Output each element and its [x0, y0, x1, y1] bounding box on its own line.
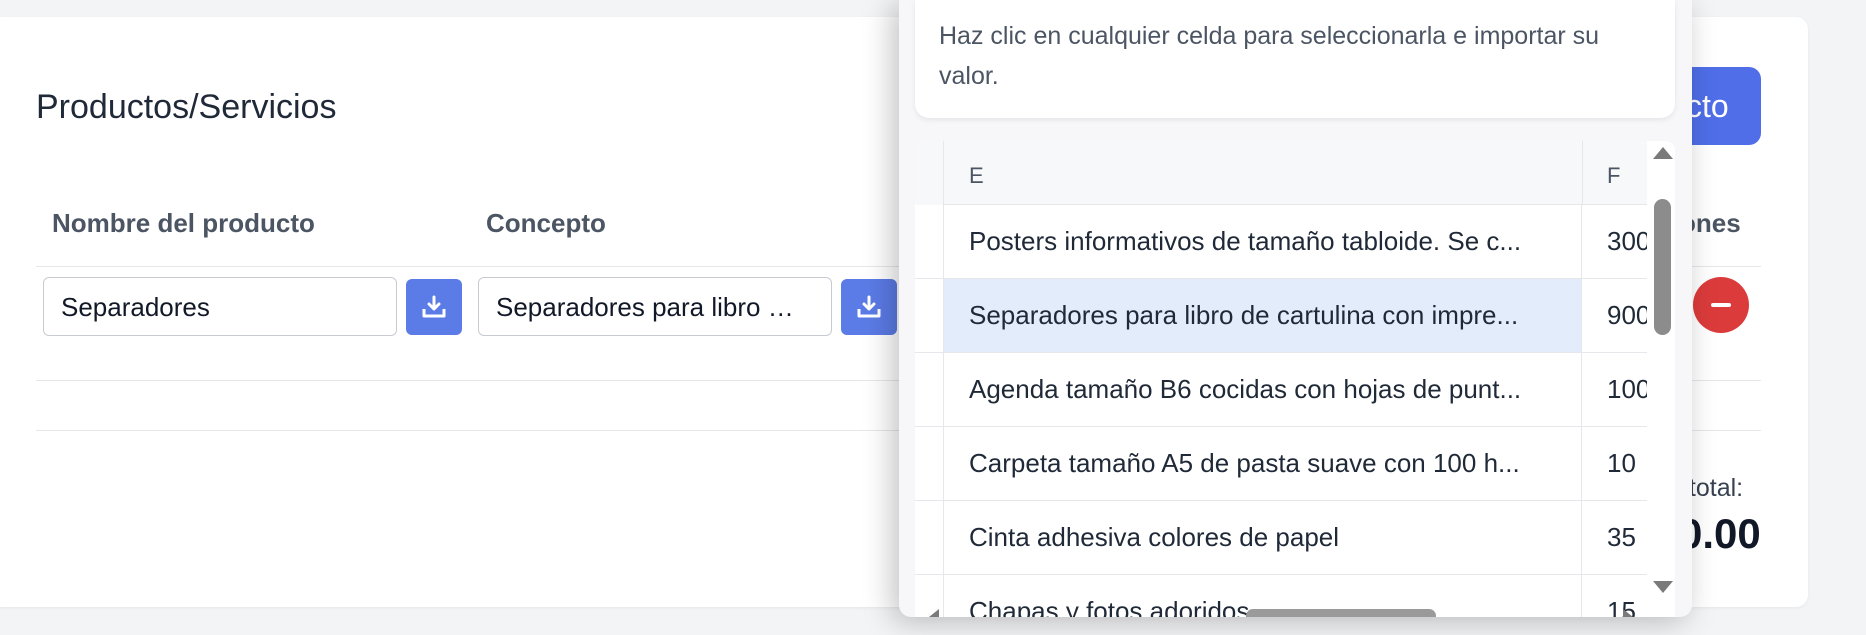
corner-cell: [915, 141, 944, 205]
grid-cell-f[interactable]: 100: [1582, 353, 1647, 426]
minus-icon: [1711, 303, 1731, 307]
column-header-f: F: [1607, 163, 1621, 188]
vertical-scroll-thumb[interactable]: [1654, 199, 1671, 335]
column-separator: [1582, 141, 1583, 205]
section-title: Productos/Servicios: [36, 88, 337, 126]
column-header-concept: Concepto: [486, 208, 606, 238]
grid-header: E F: [915, 141, 1647, 205]
import-name-button[interactable]: [406, 279, 462, 335]
grid-cell-f[interactable]: 35: [1582, 501, 1647, 574]
grid-cell-e[interactable]: Carpeta tamaño A5 de pasta suave con 100…: [944, 427, 1582, 500]
vertical-scrollbar[interactable]: [1650, 141, 1675, 617]
scroll-down-arrow-icon[interactable]: [1653, 581, 1673, 593]
grid-cell-f[interactable]: 300: [1582, 205, 1647, 278]
horizontal-scroll-thumb[interactable]: [1246, 609, 1436, 617]
column-header-e: E: [969, 163, 984, 188]
grid-row-selected: Separadores para libro de cartulina con …: [915, 279, 1647, 353]
grid-cell-e[interactable]: Cinta adhesiva colores de papel: [944, 501, 1582, 574]
download-tray-icon: [422, 295, 446, 318]
spreadsheet-grid: E F Posters informativos de tamaño tablo…: [915, 141, 1675, 617]
grid-cell-e[interactable]: Posters informativos de tamaño tabloide.…: [944, 205, 1582, 278]
grid-cell-f[interactable]: 15: [1582, 575, 1647, 617]
remove-row-button[interactable]: [1693, 277, 1749, 333]
scroll-up-arrow-icon[interactable]: [1653, 147, 1673, 159]
scroll-right-arrow-icon[interactable]: [1623, 609, 1633, 617]
download-tray-icon: [857, 295, 881, 318]
column-header-name: Nombre del producto: [52, 208, 315, 238]
grid-row: Cinta adhesiva colores de papel 35: [915, 501, 1647, 575]
grid-cell-f[interactable]: 900: [1582, 279, 1647, 352]
grid-row: Agenda tamaño B6 cocidas con hojas de pu…: [915, 353, 1647, 427]
grid-cell-e[interactable]: Agenda tamaño B6 cocidas con hojas de pu…: [944, 353, 1582, 426]
product-name-input[interactable]: Separadores: [43, 277, 397, 336]
grid-row: Posters informativos de tamaño tabloide.…: [915, 205, 1647, 279]
grid-row: Carpeta tamaño A5 de pasta suave con 100…: [915, 427, 1647, 501]
grid-cell-f[interactable]: 10: [1582, 427, 1647, 500]
concept-input[interactable]: Separadores para libro …: [478, 277, 832, 336]
grid-cell-e[interactable]: Separadores para libro de cartulina con …: [944, 279, 1582, 352]
cell-picker-popup: Haz clic en cualquier celda para selecci…: [899, 0, 1692, 617]
picker-hint: Haz clic en cualquier celda para selecci…: [915, 0, 1675, 118]
import-concept-button[interactable]: [841, 279, 897, 335]
scroll-left-arrow-icon[interactable]: [929, 609, 939, 617]
